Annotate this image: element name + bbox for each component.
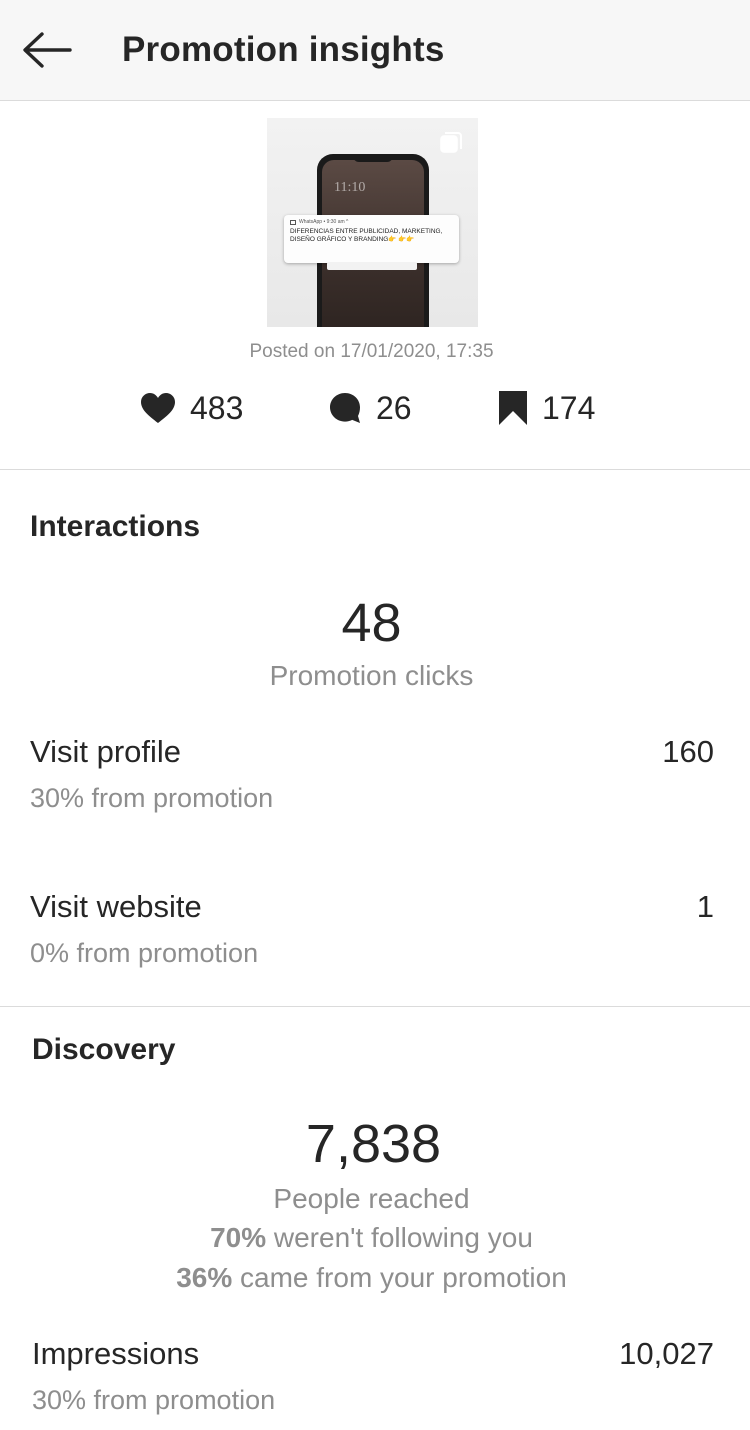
notification-app-label: WhatsApp • 9:30 am ^ [299, 219, 349, 225]
notification-app: WhatsApp • 9:30 am ^ [290, 219, 453, 225]
carousel-icon [440, 132, 462, 153]
likes-stat: 483 [140, 387, 243, 429]
from-promotion-percent: 36% [176, 1262, 233, 1293]
comments-count: 26 [376, 389, 412, 426]
notification-card: WhatsApp • 9:30 am ^ DIFERENCIAS ENTRE P… [284, 215, 459, 263]
back-button[interactable] [16, 26, 76, 74]
heart-icon [141, 393, 175, 423]
bookmark-icon [499, 391, 527, 425]
top-bar: Promotion insights [0, 0, 750, 101]
from-promotion-text: 36% came from your promotion [0, 1262, 743, 1294]
visit-website-sub: 0% from promotion [30, 938, 259, 968]
notification-reply-field [327, 262, 417, 270]
promotion-clicks-value: 48 [341, 593, 402, 653]
phone-notch [353, 154, 393, 162]
interactions-title: Interactions [30, 510, 201, 543]
impressions-sub: 30% from promotion [32, 1385, 276, 1415]
not-following-text: 70% weren't following you [0, 1222, 743, 1254]
people-reached-label: People reached [273, 1183, 470, 1214]
promotion-clicks-label: Promotion clicks [269, 660, 474, 691]
from-promotion-caption: came from your promotion [232, 1262, 567, 1293]
posted-date: Posted on 17/01/2020, 17:35 [249, 341, 494, 362]
visit-website-value: 1 [696, 889, 714, 924]
app-icon [290, 219, 296, 225]
notification-line-1: DIFERENCIAS ENTRE PUBLICIDAD, MARKETING, [290, 228, 443, 235]
comment-icon [330, 393, 360, 423]
visit-profile-sub: 30% from promotion [30, 783, 274, 813]
arrow-left-icon [23, 32, 72, 68]
visit-profile-label: Visit profile [30, 734, 182, 769]
likes-count: 483 [190, 389, 244, 426]
saves-stat: 174 [498, 387, 595, 429]
impressions-label: Impressions [32, 1336, 200, 1371]
discovery-title: Discovery [32, 1033, 176, 1066]
divider [0, 469, 750, 470]
page-title: Promotion insights [122, 30, 445, 69]
post-thumbnail[interactable]: 11:10 WhatsApp • 9:30 am ^ DIFERENCIAS E… [267, 118, 478, 327]
people-reached-value: 7,838 [305, 1114, 442, 1174]
visit-profile-value: 160 [662, 734, 714, 769]
not-following-percent: 70% [210, 1222, 267, 1253]
phone-time: 11:10 [334, 180, 366, 195]
notification-line-2: DISEÑO GRÁFICO Y BRANDING👉 👉👉 [290, 236, 415, 243]
not-following-caption: weren't following you [266, 1222, 533, 1253]
saves-count: 174 [542, 389, 596, 426]
visit-website-label: Visit website [30, 889, 202, 924]
divider [0, 1006, 750, 1007]
comments-stat: 26 [328, 387, 412, 429]
impressions-value: 10,027 [619, 1336, 714, 1371]
